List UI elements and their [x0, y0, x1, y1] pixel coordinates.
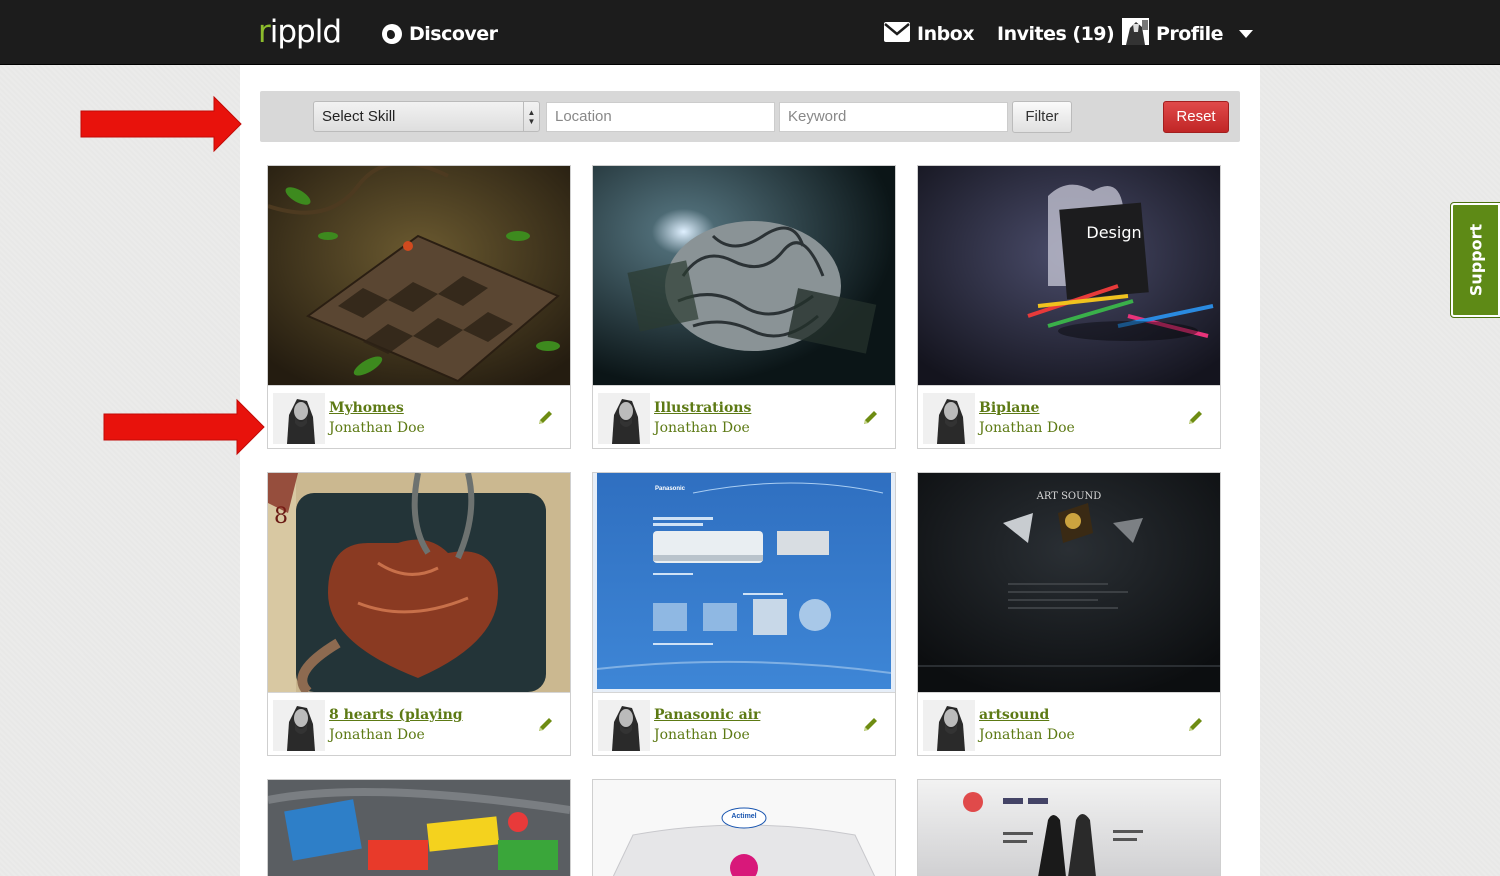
project-title-link[interactable]: Illustrations [654, 400, 751, 416]
project-thumbnail[interactable] [593, 166, 895, 385]
project-meta: 8 hearts (playing Jonathan Doe [268, 692, 570, 756]
project-card[interactable]: Actimel [592, 779, 896, 876]
project-thumbnail[interactable] [918, 780, 1220, 876]
skill-select[interactable]: Select Skill ▲ ▼ [313, 101, 540, 132]
project-thumbnail[interactable]: 8 [268, 473, 570, 692]
project-title-link[interactable]: 8 hearts (playing [329, 707, 463, 723]
profile-avatar-icon [1122, 18, 1149, 50]
thumbnail-text: Design [1086, 223, 1142, 242]
project-meta: Myhomes Jonathan Doe [268, 385, 570, 449]
pencil-edit-icon[interactable] [861, 716, 879, 734]
project-meta: Panasonic air Jonathan Doe [593, 692, 895, 756]
author-avatar[interactable] [598, 393, 650, 444]
top-navbar: rippld Discover Inbox Invites (19) Profi… [0, 0, 1500, 65]
project-title-link[interactable]: Panasonic air [654, 707, 760, 723]
project-author: Jonathan Doe [654, 727, 750, 743]
thumbnail-text: Panasonic [655, 486, 686, 492]
thumbnail-text: ART SOUND [1036, 491, 1102, 502]
project-thumbnail[interactable]: Actimel [593, 780, 895, 876]
project-author: Jonathan Doe [329, 727, 425, 743]
pencil-edit-icon[interactable] [536, 409, 554, 427]
support-label: Support [1466, 223, 1485, 297]
nav-inbox[interactable]: Inbox [884, 20, 975, 48]
project-card[interactable]: ART SOUND artsound Jonathan Doe [917, 472, 1221, 756]
pencil-edit-icon[interactable] [536, 716, 554, 734]
project-meta: Biplane Jonathan Doe [918, 385, 1220, 449]
location-placeholder: Location [555, 108, 612, 125]
pencil-edit-icon[interactable] [1186, 409, 1204, 427]
filter-button[interactable]: Filter [1012, 101, 1072, 133]
project-title-link[interactable]: Myhomes [329, 400, 404, 416]
project-card[interactable]: Myhomes Jonathan Doe [267, 165, 571, 449]
nav-discover[interactable]: Discover [382, 20, 498, 48]
project-thumbnail[interactable] [268, 166, 570, 385]
project-title-link[interactable]: artsound [979, 707, 1049, 723]
author-avatar[interactable] [273, 700, 325, 751]
project-thumbnail[interactable] [268, 780, 570, 876]
keyword-placeholder: Keyword [788, 108, 847, 125]
project-meta: Illustrations Jonathan Doe [593, 385, 895, 449]
keyword-input[interactable]: Keyword [779, 102, 1008, 132]
nav-invites[interactable]: Invites (19) [997, 20, 1115, 48]
project-card[interactable]: Illustrations Jonathan Doe [592, 165, 896, 449]
project-author: Jonathan Doe [654, 420, 750, 436]
skill-select-value: Select Skill [322, 108, 396, 125]
globe-icon [382, 24, 402, 44]
ripple-logo[interactable]: rippld [258, 14, 342, 50]
project-title-link[interactable]: Biplane [979, 400, 1039, 416]
project-card[interactable]: 8 8 hearts (playing Jonathan Doe [267, 472, 571, 756]
project-card[interactable]: Design Biplane Jonathan Doe [917, 165, 1221, 449]
project-author: Jonathan Doe [979, 420, 1075, 436]
chevron-down-icon[interactable] [1239, 30, 1254, 38]
location-input[interactable]: Location [546, 102, 775, 132]
project-card[interactable] [917, 779, 1221, 876]
reset-button[interactable]: Reset [1163, 101, 1229, 133]
author-avatar[interactable] [923, 393, 975, 444]
support-tab[interactable]: Support [1450, 202, 1500, 318]
envelope-icon [884, 21, 910, 47]
project-card[interactable] [267, 779, 571, 876]
project-thumbnail[interactable]: ART SOUND [918, 473, 1220, 692]
nav-profile[interactable]: Profile [1122, 18, 1254, 50]
author-avatar[interactable] [923, 700, 975, 751]
nav-discover-label: Discover [409, 23, 498, 45]
project-meta: artsound Jonathan Doe [918, 692, 1220, 756]
project-author: Jonathan Doe [979, 727, 1075, 743]
project-author: Jonathan Doe [329, 420, 425, 436]
pencil-edit-icon[interactable] [861, 409, 879, 427]
nav-profile-label: Profile [1156, 23, 1224, 45]
nav-inbox-label: Inbox [917, 23, 975, 45]
project-card[interactable]: Panasonic Panasonic air Jonathan Doe [592, 472, 896, 756]
select-arrows-icon: ▲ ▼ [523, 102, 539, 131]
annotation-arrow-right-icon [80, 95, 242, 153]
thumbnail-text: Actimel [731, 813, 757, 820]
annotation-arrow-right-icon [103, 398, 265, 456]
project-thumbnail[interactable]: Design [918, 166, 1220, 385]
project-thumbnail[interactable]: Panasonic [593, 473, 895, 692]
author-avatar[interactable] [273, 393, 325, 444]
pencil-edit-icon[interactable] [1186, 716, 1204, 734]
nav-invites-label: Invites (19) [997, 23, 1115, 45]
author-avatar[interactable] [598, 700, 650, 751]
